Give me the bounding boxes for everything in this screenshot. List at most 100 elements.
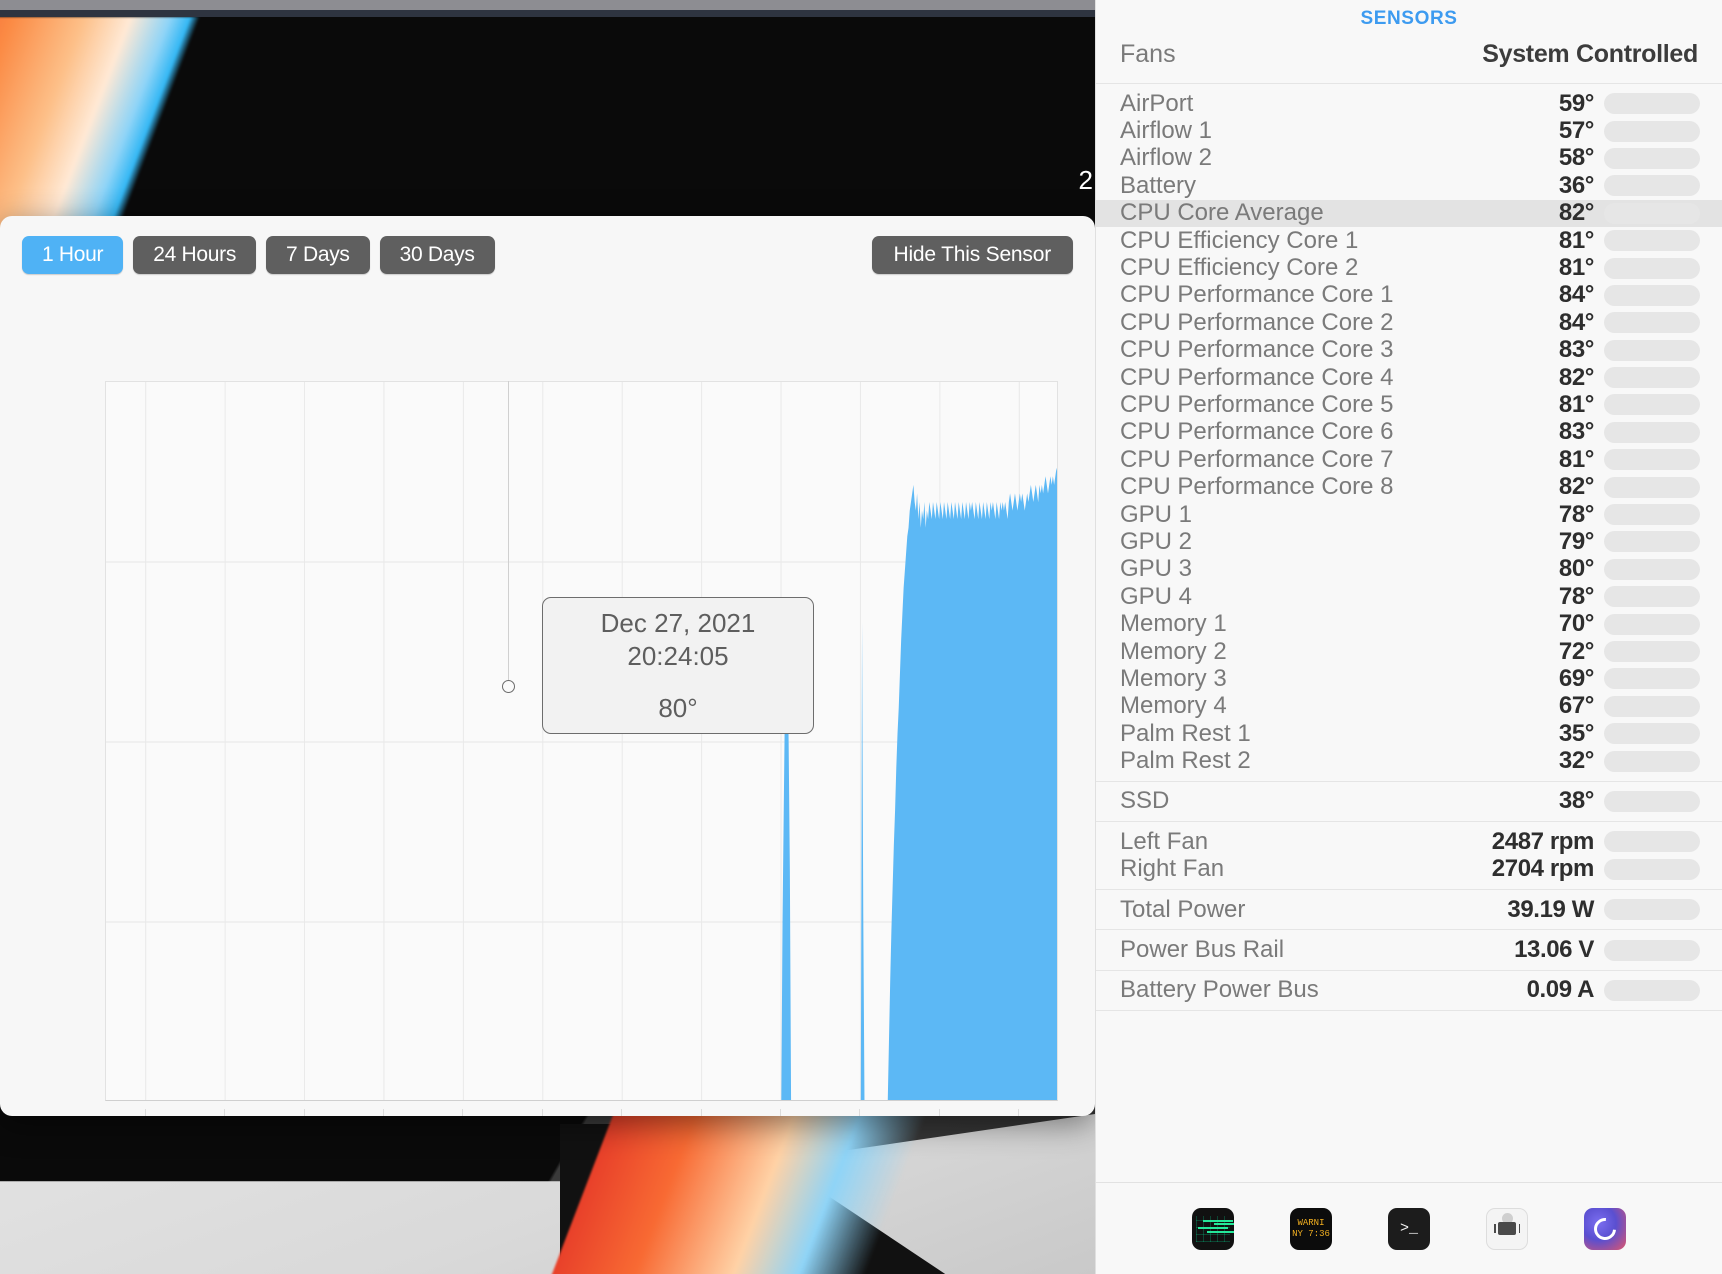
sensor-row[interactable]: Airflow 2 58° — [1096, 144, 1722, 172]
sensor-value: 84° — [1558, 281, 1594, 309]
sensor-value: 83° — [1558, 336, 1594, 364]
fans-row[interactable]: Fans System Controlled — [1096, 32, 1722, 84]
sensor-row[interactable]: Palm Rest 1 35° — [1096, 720, 1722, 747]
sensor-name: Total Power — [1120, 895, 1246, 923]
sensor-row[interactable]: CPU Performance Core 4 82° — [1096, 364, 1722, 391]
x-axis-tick-mark — [382, 1109, 384, 1116]
sensor-gauge-bar — [1604, 394, 1700, 416]
sensor-row[interactable]: Memory 3 69° — [1096, 665, 1722, 692]
sensor-row[interactable]: AirPort 59° — [1096, 90, 1722, 117]
sensor-gauge-bar — [1604, 939, 1700, 961]
sensor-row[interactable]: Left Fan 2487 rpm — [1096, 828, 1722, 855]
time-range-7-days[interactable]: 7 Days — [266, 236, 370, 274]
sensor-row[interactable]: Power Bus Rail 13.06 V — [1096, 936, 1722, 963]
sensor-row[interactable]: CPU Performance Core 7 81° — [1096, 446, 1722, 473]
sensor-row[interactable]: CPU Performance Core 2 84° — [1096, 309, 1722, 336]
sensor-value: 67° — [1558, 692, 1594, 720]
sensor-name: AirPort — [1120, 89, 1194, 117]
sensor-gauge-bar — [1604, 979, 1700, 1001]
sensor-row[interactable]: GPU 3 80° — [1096, 555, 1722, 583]
x-axis-tick-mark — [780, 1109, 782, 1116]
graph-toolbar: 1 Hour 24 Hours 7 Days 30 Days Hide This Se… — [0, 216, 1095, 294]
sensor-group: Total Power 39.19 W — [1096, 890, 1722, 931]
sensor-name: CPU Performance Core 3 — [1120, 336, 1394, 364]
istat-menus-icon[interactable] — [1192, 1207, 1234, 1250]
sensor-row[interactable]: CPU Performance Core 3 83° — [1096, 336, 1722, 364]
sensor-row[interactable]: Total Power 39.19 W — [1096, 896, 1722, 923]
sensor-gauge-bar — [1604, 312, 1700, 334]
sensor-value: 0.09 A — [1526, 976, 1595, 1004]
sensor-value: 2487 rpm — [1491, 827, 1595, 855]
sensor-row[interactable]: Palm Rest 2 32° — [1096, 747, 1722, 774]
sensor-gauge-bar — [1604, 899, 1700, 921]
sensor-value: 72° — [1558, 637, 1594, 665]
sensor-gauge-bar — [1604, 695, 1700, 717]
sensor-row[interactable]: CPU Efficiency Core 1 81° — [1096, 227, 1722, 254]
sensor-row[interactable]: Airflow 1 57° — [1096, 117, 1722, 144]
time-range-group: 1 Hour 24 Hours 7 Days 30 Days — [22, 236, 495, 274]
x-axis-tick-mark — [144, 1109, 146, 1116]
x-axis-tick-mark — [303, 1109, 305, 1116]
sensor-row[interactable]: CPU Core Average 82° — [1096, 199, 1722, 227]
sensor-row[interactable]: Memory 1 70° — [1096, 610, 1722, 637]
waveform-glyph — [1196, 1215, 1230, 1242]
sensor-row[interactable]: GPU 4 78° — [1096, 583, 1722, 610]
x-axis-ticks: 19:5820:0320:0820:1320:1820:2320:2820:33… — [105, 1109, 1058, 1116]
sensor-name: CPU Performance Core 5 — [1120, 391, 1394, 418]
sensor-row[interactable]: CPU Performance Core 1 84° — [1096, 281, 1722, 309]
sensor-row[interactable]: Battery 36° — [1096, 172, 1722, 199]
x-axis-tick-mark — [224, 1109, 226, 1116]
hide-this-sensor-button[interactable]: Hide This Sensor — [871, 236, 1073, 274]
sensor-name: CPU Performance Core 7 — [1120, 445, 1394, 473]
terminal-icon[interactable]: >_ — [1388, 1207, 1430, 1250]
sensor-gauge-bar — [1604, 831, 1700, 853]
sensor-graph-window: 1 Hour 24 Hours 7 Days 30 Days Hide This Se… — [0, 216, 1095, 1116]
sensor-value: 84° — [1558, 308, 1594, 336]
sensor-gauge-bar — [1604, 586, 1700, 608]
sensor-value: 82° — [1558, 199, 1594, 227]
hardware-monitor-icon[interactable] — [1486, 1207, 1528, 1250]
sensor-row[interactable]: GPU 1 78° — [1096, 501, 1722, 528]
x-axis-tick-mark — [462, 1109, 464, 1116]
sensor-value: 79° — [1558, 527, 1594, 555]
sensor-gauge-bar — [1604, 230, 1700, 252]
sensor-gauge-bar — [1604, 202, 1700, 224]
sensor-row[interactable]: Battery Power Bus 0.09 A — [1096, 976, 1722, 1004]
sensor-row[interactable]: CPU Performance Core 8 82° — [1096, 473, 1722, 500]
sensor-name: Airflow 2 — [1120, 144, 1213, 172]
speedometer-icon[interactable] — [1584, 1207, 1626, 1250]
sensors-panel: SENSORS Fans System Controlled AirPort 59… — [1095, 0, 1722, 1274]
sensor-name: Right Fan — [1120, 855, 1225, 883]
sensor-row[interactable]: Memory 4 67° — [1096, 692, 1722, 720]
sensor-row[interactable]: Memory 2 72° — [1096, 638, 1722, 665]
sensor-row[interactable]: CPU Performance Core 5 81° — [1096, 391, 1722, 418]
fans-mode-value: System Controlled — [1482, 40, 1698, 68]
sensor-row[interactable]: GPU 2 79° — [1096, 528, 1722, 555]
sensor-name: GPU 4 — [1120, 582, 1193, 610]
sensor-name: Memory 1 — [1120, 610, 1227, 638]
sensor-name: Battery Power Bus — [1120, 976, 1319, 1004]
hover-guideline — [508, 381, 509, 681]
chart-plot[interactable] — [105, 381, 1058, 1101]
gauge-needle-glyph — [1589, 1213, 1621, 1244]
sensor-value: 32° — [1558, 747, 1594, 775]
sensor-row[interactable]: Right Fan 2704 rpm — [1096, 855, 1722, 883]
time-range-30-days[interactable]: 30 Days — [379, 236, 495, 274]
sensor-name: CPU Efficiency Core 2 — [1120, 254, 1359, 282]
sensor-row[interactable]: CPU Performance Core 6 83° — [1096, 418, 1722, 446]
sensor-gauge-bar — [1604, 367, 1700, 389]
terminal-prompt-glyph: >_ — [1399, 1220, 1418, 1237]
sensor-name: Airflow 1 — [1120, 117, 1213, 145]
sensor-value: 78° — [1558, 500, 1594, 528]
sensor-row[interactable]: SSD 38° — [1096, 787, 1722, 815]
time-range-24-hours[interactable]: 24 Hours — [133, 236, 257, 274]
x-axis-tick-mark — [938, 1109, 940, 1116]
sensor-value: 39.19 W — [1507, 895, 1594, 923]
warning-clock-icon[interactable]: WARNI NY 7:36 — [1290, 1207, 1332, 1250]
sensor-row[interactable]: CPU Efficiency Core 2 81° — [1096, 254, 1722, 281]
time-range-1-hour[interactable]: 1 Hour — [22, 236, 124, 274]
x-axis-tick-mark — [700, 1109, 702, 1116]
tooltip-value: 80° — [658, 693, 698, 724]
sensor-value: 83° — [1558, 418, 1594, 446]
sensor-name: Battery — [1120, 171, 1197, 199]
